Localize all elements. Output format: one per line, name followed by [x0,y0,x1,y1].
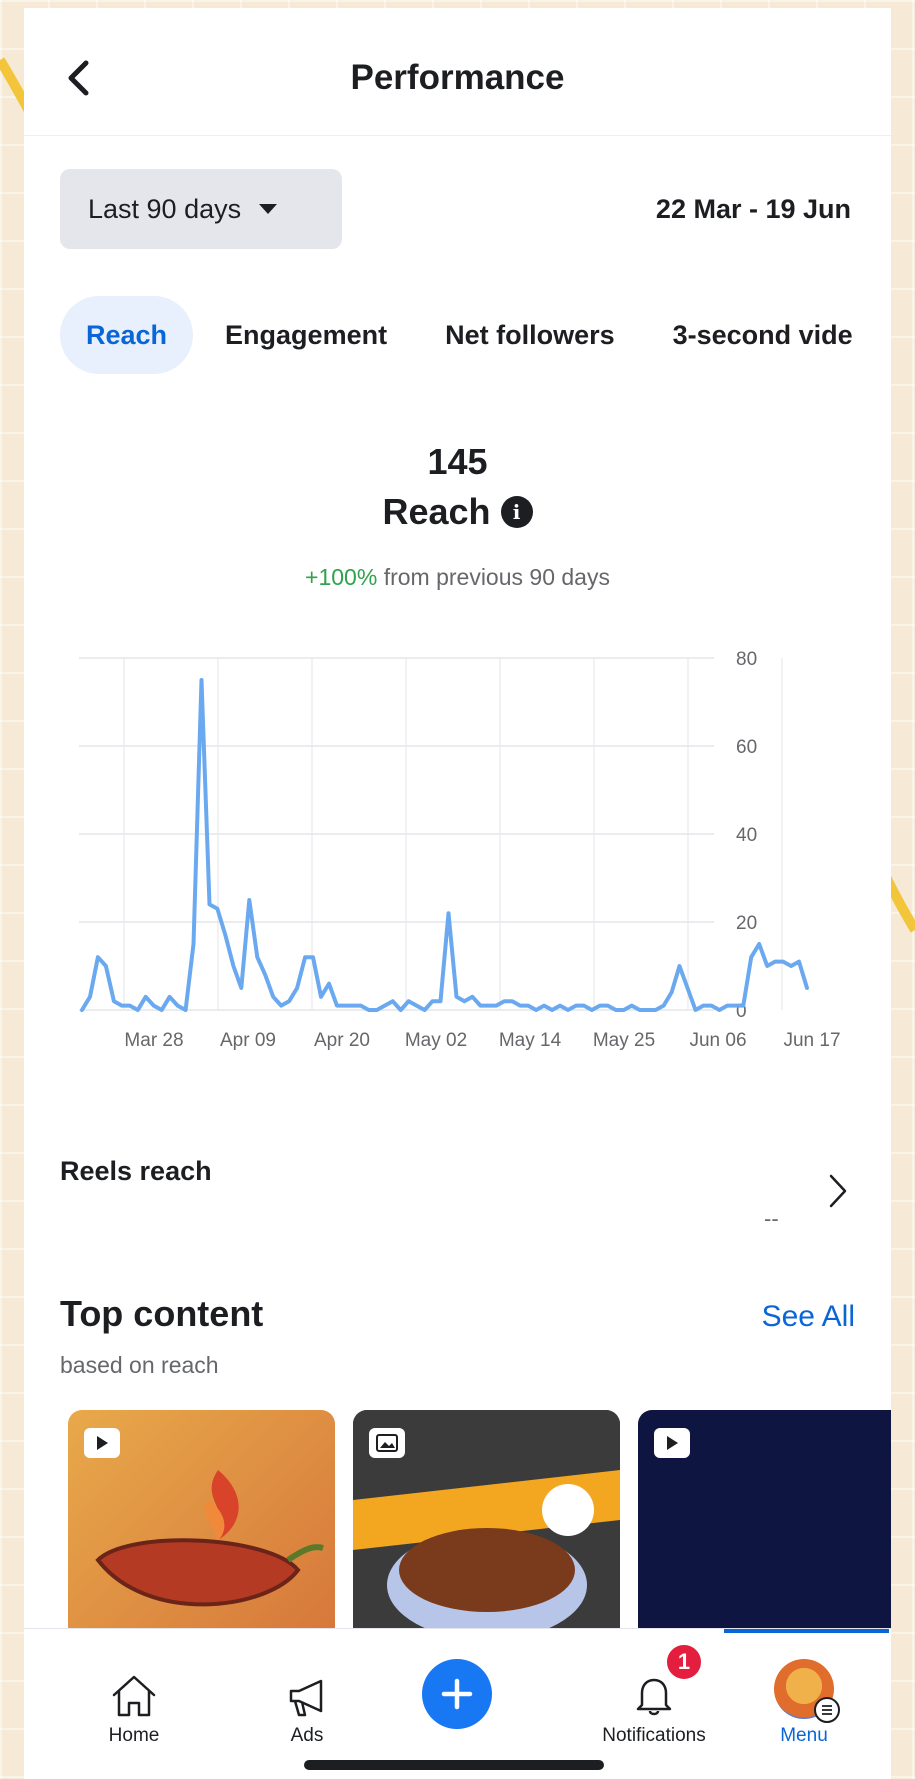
reach-line-chart: 806040200 Mar 28 Apr 09 Apr 20 May 02 May 14… [79,649,841,1051]
notification-count-badge: 1 [665,1643,703,1681]
menu-lines-icon [814,1697,840,1723]
y-tick-label: 20 [736,913,757,934]
video-icon [654,1428,690,1458]
nav-ads-label: Ads [290,1725,324,1746]
chart-series-line [80,678,809,1012]
metric-label-row: Reach i [24,491,891,533]
home-indicator [304,1760,604,1770]
page-title: Performance [350,58,565,97]
caret-down-icon [259,204,278,214]
x-tick-label: Mar 28 [124,1030,183,1051]
see-all-link[interactable]: See All [762,1300,855,1334]
nav-home[interactable]: Home [59,1629,209,1747]
nav-ads[interactable]: Ads [232,1629,382,1747]
tab-engagement[interactable]: Engagement [199,296,413,374]
nav-notifications-label: Notifications [602,1725,706,1746]
photo-icon [369,1428,405,1458]
phone-screen: Performance Last 90 days 22 Mar - 19 Jun… [24,8,891,1779]
bell-icon [636,1678,672,1716]
x-tick-label: May 25 [593,1030,655,1051]
metric-value: 145 [427,441,488,482]
x-tick-label: May 02 [405,1030,467,1051]
metric-change-text: from previous 90 days [383,564,610,590]
info-icon[interactable]: i [500,496,533,528]
date-range: 22 Mar - 19 Jun [655,194,851,224]
chevron-right-icon[interactable] [828,1173,848,1209]
tab-net-followers[interactable]: Net followers [419,296,641,374]
y-tick-label: 60 [736,737,757,758]
nav-home-label: Home [108,1725,160,1746]
content-card[interactable] [353,1410,620,1630]
chart-x-ticks: Mar 28 Apr 09 Apr 20 May 02 May 14 May 25 Jun … [124,1030,840,1051]
content-card[interactable] [638,1410,891,1630]
period-dropdown[interactable]: Last 90 days [60,169,342,249]
create-button[interactable] [422,1659,492,1729]
bottom-nav: Home Ads 1 Notifications Menu [24,1628,891,1779]
plus-icon [441,1678,473,1710]
x-tick-label: May 14 [499,1030,562,1051]
top-content-carousel [68,1410,891,1630]
metric-change-percent: +100% [305,564,378,590]
chili-flame-image [95,1470,324,1607]
profile-avatar [774,1659,840,1723]
megaphone-icon [289,1679,323,1717]
x-tick-label: Jun 06 [689,1030,746,1051]
y-tick-label: 80 [736,649,757,670]
chart-y-ticks: 806040200 [736,649,757,1022]
reels-reach-value: -- [764,1206,779,1231]
x-tick-label: Apr 09 [220,1030,276,1051]
period-dropdown-label: Last 90 days [88,193,242,224]
nav-menu[interactable]: Menu [729,1629,879,1747]
x-tick-label: Apr 20 [314,1030,370,1051]
home-icon [112,1675,156,1717]
chart-horizontal-gridlines [79,657,714,1011]
top-content-title: Top content [60,1293,264,1334]
metric-change: +100% from previous 90 days [24,564,891,591]
reels-reach-label[interactable]: Reels reach [60,1156,212,1187]
metric-label: Reach [382,491,491,532]
x-tick-label: Jun 17 [783,1030,840,1051]
metric-tabs: Reach Engagement Net followers 3-second … [60,296,885,374]
content-card[interactable] [68,1410,335,1630]
tab-reach[interactable]: Reach [60,296,194,374]
y-tick-label: 40 [736,825,757,846]
nav-menu-label: Menu [780,1725,828,1746]
nav-notifications[interactable]: 1 Notifications [579,1629,729,1747]
header: Performance [24,8,891,136]
top-content-subtitle: based on reach [60,1352,219,1378]
tab-3-second-views[interactable]: 3-second vide [647,296,879,374]
